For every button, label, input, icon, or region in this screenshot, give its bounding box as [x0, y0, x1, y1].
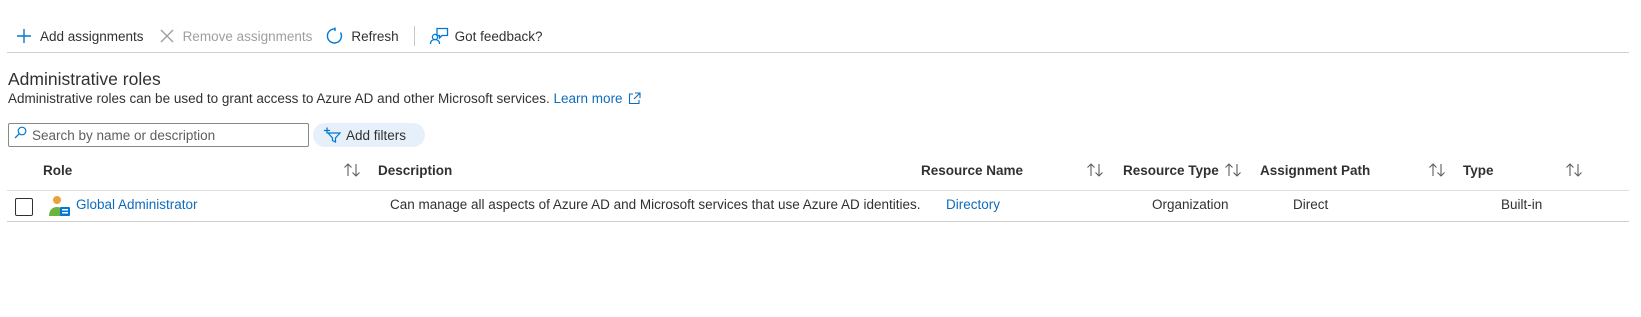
sort-icon[interactable] [1428, 163, 1448, 179]
feedback-button[interactable]: Got feedback? [422, 23, 549, 49]
external-link-icon[interactable] [628, 92, 641, 108]
feedback-icon [428, 25, 450, 47]
sort-icon[interactable] [1565, 163, 1585, 179]
refresh-icon [324, 25, 346, 47]
column-header-role[interactable]: Role [43, 163, 72, 178]
add-filters-label: Add filters [346, 127, 407, 143]
row-checkbox[interactable] [15, 198, 33, 216]
role-user-icon [48, 194, 72, 223]
feedback-label: Got feedback? [454, 28, 543, 44]
remove-assignments-label: Remove assignments [182, 28, 313, 44]
cell-resource-type: Organization [1152, 197, 1229, 212]
add-assignments-label: Add assignments [40, 28, 144, 44]
sort-icon[interactable] [343, 163, 363, 179]
toolbar-divider [413, 26, 415, 46]
refresh-button[interactable]: Refresh [318, 23, 404, 49]
command-bar: Add assignments Remove assignments Refre… [7, 20, 1629, 53]
page-description: Administrative roles can be used to gran… [8, 91, 641, 108]
cell-type: Built-in [1501, 197, 1543, 212]
add-assignments-button[interactable]: Add assignments [7, 23, 150, 49]
column-header-resource-name[interactable]: Resource Name [921, 163, 1023, 178]
page-description-text: Administrative roles can be used to gran… [8, 91, 550, 106]
refresh-label: Refresh [351, 28, 399, 44]
sort-icon[interactable] [1086, 163, 1106, 179]
role-link[interactable]: Global Administrator [76, 197, 198, 212]
column-header-type[interactable]: Type [1463, 163, 1494, 178]
cell-assignment-path: Direct [1293, 197, 1329, 212]
learn-more-link[interactable]: Learn more [554, 91, 623, 106]
search-box[interactable] [8, 123, 309, 147]
search-input[interactable] [32, 127, 302, 143]
column-header-description[interactable]: Description [378, 163, 452, 178]
close-icon [156, 25, 178, 47]
column-header-assignment-path[interactable]: Assignment Path [1260, 163, 1370, 178]
sort-icon[interactable] [1224, 163, 1244, 179]
cell-description: Can manage all aspects of Azure AD and M… [390, 197, 921, 212]
plus-icon [13, 25, 35, 47]
column-header-resource-type[interactable]: Resource Type [1123, 163, 1219, 178]
add-filters-button[interactable]: Add filters [313, 123, 425, 147]
remove-assignments-button[interactable]: Remove assignments [150, 23, 319, 49]
filter-icon [323, 127, 341, 143]
page-title: Administrative roles [8, 69, 161, 89]
resource-name-link[interactable]: Directory [946, 197, 1000, 212]
search-icon [14, 126, 27, 144]
